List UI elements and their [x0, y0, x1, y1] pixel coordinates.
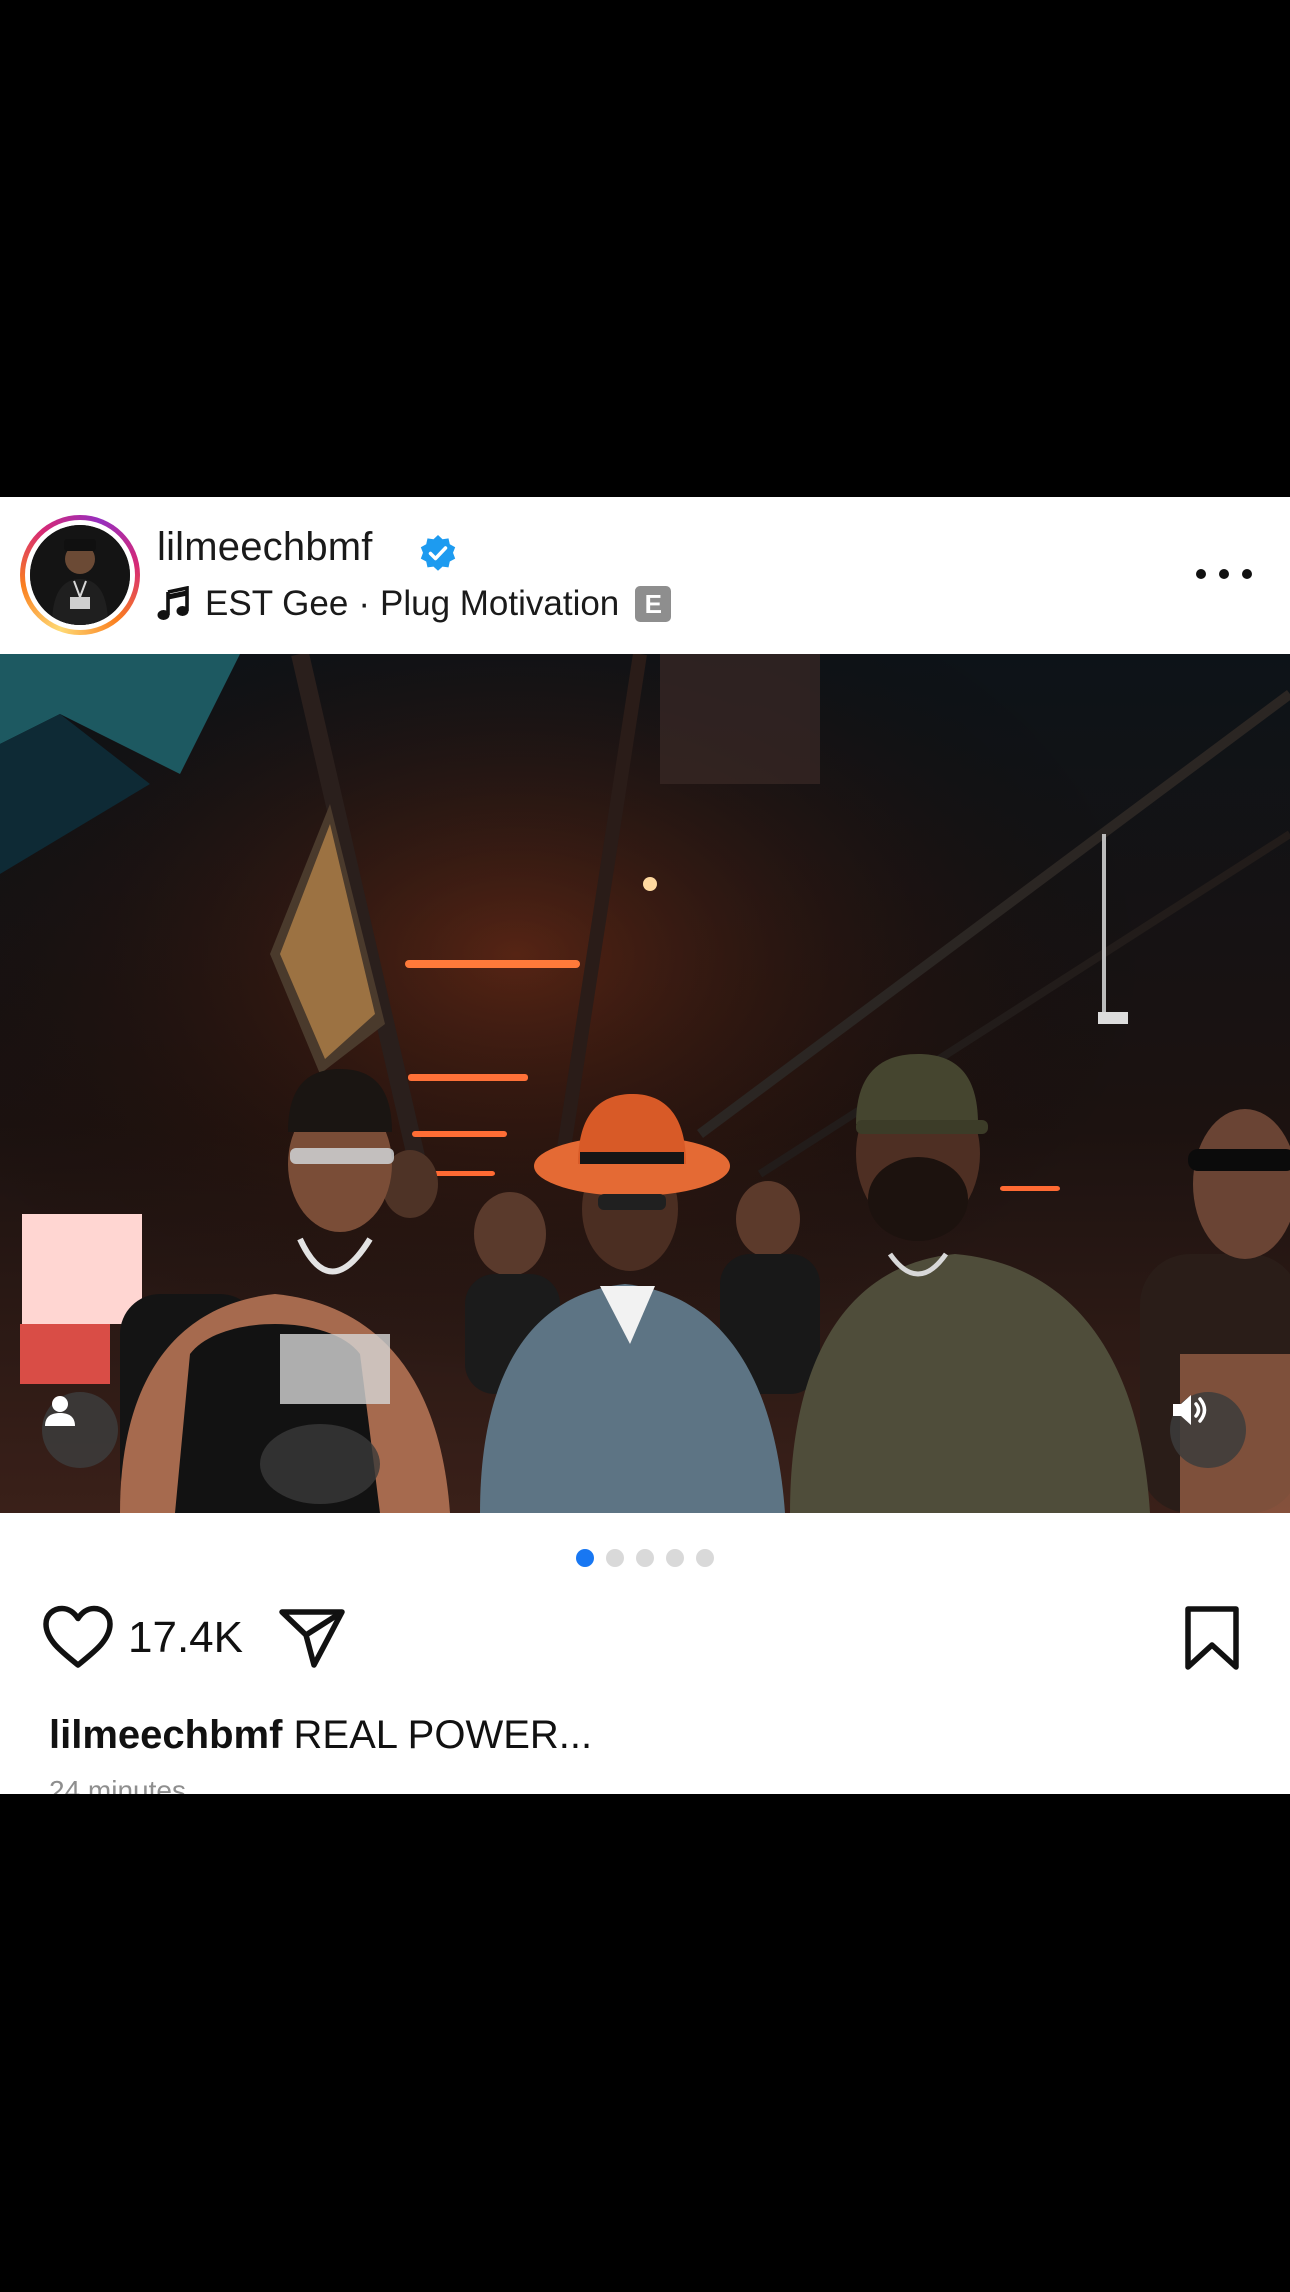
verified-badge-icon	[420, 535, 456, 571]
like-count[interactable]: 17.4K	[128, 1613, 243, 1663]
post-photo	[0, 654, 1290, 1513]
caption-text: REAL POWER...	[293, 1713, 593, 1757]
action-bar: 17.4K	[0, 1597, 1290, 1677]
carousel-dot-4	[666, 1549, 684, 1567]
caption-username[interactable]: lilmeechbmf	[49, 1713, 282, 1757]
avatar-story-ring[interactable]	[20, 515, 140, 635]
post-timestamp: 24 minutes	[49, 1775, 186, 1794]
person-icon	[45, 1396, 75, 1426]
heart-icon[interactable]	[42, 1605, 114, 1669]
user-tags-button[interactable]	[42, 1392, 118, 1468]
carousel-dot-5	[696, 1549, 714, 1567]
audio-toggle-button[interactable]	[1170, 1392, 1246, 1468]
explicit-badge: E	[635, 586, 672, 622]
bookmark-icon[interactable]	[1182, 1605, 1242, 1671]
instagram-post: lilmeechbmf EST Gee · Plug Motivation E	[0, 497, 1290, 1794]
carousel-dot-1	[576, 1549, 594, 1567]
post-header: lilmeechbmf EST Gee · Plug Motivation E	[0, 497, 1290, 654]
send-icon[interactable]	[278, 1607, 346, 1669]
audio-separator: ·	[358, 584, 370, 623]
post-media[interactable]	[0, 654, 1290, 1513]
more-options-icon[interactable]	[1196, 559, 1252, 589]
carousel-dot-3	[636, 1549, 654, 1567]
carousel-dot-2	[606, 1549, 624, 1567]
avatar-image	[30, 525, 130, 625]
speaker-icon	[1173, 1395, 1207, 1425]
carousel-indicator	[0, 1549, 1290, 1569]
avatar	[30, 525, 130, 625]
audio-track: Plug Motivation	[379, 584, 620, 623]
post-username[interactable]: lilmeechbmf	[157, 525, 373, 570]
audio-artist: EST Gee	[205, 584, 349, 623]
top-black-area	[0, 0, 1290, 497]
post-caption[interactable]: lilmeechbmf REAL POWER...	[49, 1713, 592, 1758]
audio-attribution[interactable]: EST Gee · Plug Motivation E	[157, 579, 672, 629]
music-note-icon	[157, 586, 189, 620]
bottom-black-area	[0, 1794, 1290, 2292]
